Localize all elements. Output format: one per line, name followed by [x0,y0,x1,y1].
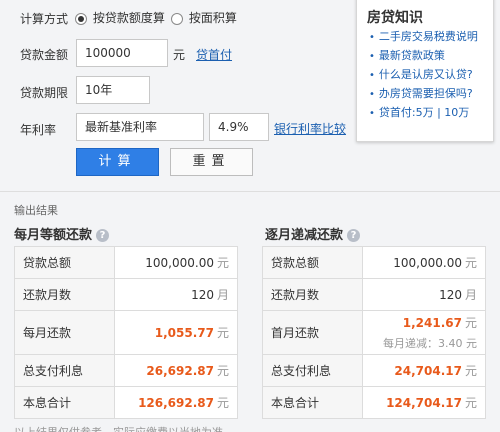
equal-payment-table: 贷款总额 100,000.00 元 还款月数 120 月 每月还款 1,055.77… [14,246,238,419]
row-key: 还款月数 [262,278,363,311]
row-value-cell: 100,000.00 元 [362,246,486,279]
method-radio-loan-amount[interactable]: 按贷款额度算 [75,9,165,26]
table-row: 总支付利息 24,704.17 元 [262,354,486,387]
rate-label: 年利率 [20,123,57,137]
row-key: 首月还款 [262,310,363,355]
row-value: 26,692.87 [146,364,214,378]
output-label: 输出结果 [14,204,58,217]
row-value-cell: 24,704.17 元 [362,354,486,387]
row-value-cell: 120 月 [114,278,238,311]
table-row: 贷款总额 100,000.00 元 [14,246,238,279]
row-value: 1,055.77 [154,326,214,340]
bullet-icon: • [369,32,375,43]
equal-payment-title-text: 每月等额还款 [14,228,93,243]
row-value-cell: 124,704.17 元 [362,386,486,419]
row-value-cell: 100,000.00 元 [114,246,238,279]
row-unit: 月 [216,288,229,302]
loan-amount-unit: 元 [173,48,186,62]
row-value: 24,704.17 [394,364,462,378]
row-unit: 元 [464,256,477,270]
equal-payment-title: 每月等额还款? [14,224,110,243]
knowledge-title: 房贷知识 [367,10,423,26]
row-value: 126,692.87 [138,396,214,410]
row-unit: 元 [464,364,477,378]
monthly-decrease-note: 每月递减：3.40 元 [383,337,477,350]
bank-rate-compare-link[interactable]: 银行利率比较 [274,120,346,137]
method-option-label: 按面积算 [188,11,237,25]
row-value: 120 [191,288,214,302]
table-row: 还款月数 120 月 [14,278,238,311]
bullet-icon: • [369,70,375,81]
knowledge-link[interactable]: 最新贷款政策 [379,49,445,62]
footer-note: 以上结果仅供参考，实际应缴费以当地为准 [14,424,223,432]
knowledge-link[interactable]: 什么是认房又认贷? [379,68,473,81]
knowledge-item[interactable]: • 最新贷款政策 [369,46,478,65]
bullet-icon: • [369,108,375,119]
knowledge-item[interactable]: • 二手房交易税费说明 [369,27,478,46]
table-row: 首月还款 1,241.67 元每月递减：3.40 元 [262,310,486,355]
knowledge-list: • 二手房交易税费说明 • 最新贷款政策 • 什么是认房又认贷? • 办房贷需要担保吗?… [369,27,478,122]
calculate-button[interactable]: 计算 [76,148,159,176]
row-value: 100,000.00 [393,256,462,270]
table-row: 本息合计 126,692.87 元 [14,386,238,419]
table-row: 贷款总额 100,000.00 元 [262,246,486,279]
row-value-cell: 120 月 [362,278,486,311]
help-icon[interactable]: ? [347,229,361,242]
row-key: 总支付利息 [14,354,115,387]
loan-amount-input[interactable]: 100000 [76,39,168,67]
radio-unselected-icon [171,12,183,25]
table-row: 总支付利息 26,692.87 元 [14,354,238,387]
row-unit: 元 [216,396,229,410]
row-key: 贷款总额 [262,246,363,279]
bullet-icon: • [369,89,375,100]
section-divider [0,191,500,192]
table-row: 还款月数 120 月 [262,278,486,311]
mortgage-knowledge-panel: 房贷知识 • 二手房交易税费说明 • 最新贷款政策 • 什么是认房又认贷? • 办房贷需… [356,0,494,142]
knowledge-item[interactable]: • 什么是认房又认贷? [369,65,478,84]
help-icon[interactable]: ? [96,229,110,242]
row-unit: 月 [464,288,477,302]
decreasing-payment-title-text: 逐月递减还款 [265,228,344,243]
row-unit: 元 [464,396,477,410]
rate-type-select[interactable]: 最新基准利率 [76,113,204,141]
row-key: 总支付利息 [262,354,363,387]
row-unit: 元 [216,256,229,270]
radio-selected-icon [75,12,87,25]
knowledge-link[interactable]: 办房贷需要担保吗? [379,87,473,100]
row-value-cell: 1,055.77 元 [114,310,238,355]
row-key: 还款月数 [14,278,115,311]
method-radio-area[interactable]: 按面积算 [171,9,237,26]
row-value-cell: 1,241.67 元每月递减：3.40 元 [362,310,486,355]
row-value: 100,000.00 [145,256,214,270]
row-value: 120 [439,288,462,302]
row-key: 每月还款 [14,310,115,355]
knowledge-item[interactable]: • 办房贷需要担保吗? [369,84,478,103]
decreasing-payment-table: 贷款总额 100,000.00 元 还款月数 120 月 首月还款 1,241.67… [262,246,486,419]
rate-input[interactable]: 4.9% [209,113,269,141]
table-row: 每月还款 1,055.77 元 [14,310,238,355]
down-payment-link[interactable]: 贷首付 [196,46,232,63]
calc-method-label: 计算方式 [20,12,69,26]
row-key: 贷款总额 [14,246,115,279]
bullet-icon: • [369,51,375,62]
row-value: 124,704.17 [386,396,462,410]
reset-button[interactable]: 重置 [170,148,253,176]
row-unit: 元 [464,316,477,330]
row-value-cell: 26,692.87 元 [114,354,238,387]
knowledge-item[interactable]: • 贷首付:5万 | 10万 [369,103,478,122]
knowledge-link[interactable]: 二手房交易税费说明 [379,30,478,43]
table-row: 本息合计 124,704.17 元 [262,386,486,419]
knowledge-link[interactable]: 贷首付:5万 | 10万 [379,106,469,119]
loan-term-select[interactable]: 10年 [76,76,150,104]
decreasing-payment-title: 逐月递减还款? [265,224,361,243]
row-key: 本息合计 [14,386,115,419]
row-key: 本息合计 [262,386,363,419]
row-unit: 元 [216,364,229,378]
row-unit: 元 [216,326,229,340]
loan-amount-label: 贷款金额 [20,48,69,62]
row-value-cell: 126,692.87 元 [114,386,238,419]
loan-term-label: 贷款期限 [20,86,69,100]
method-option-label: 按贷款额度算 [92,11,165,25]
row-value: 1,241.67 [402,316,462,330]
